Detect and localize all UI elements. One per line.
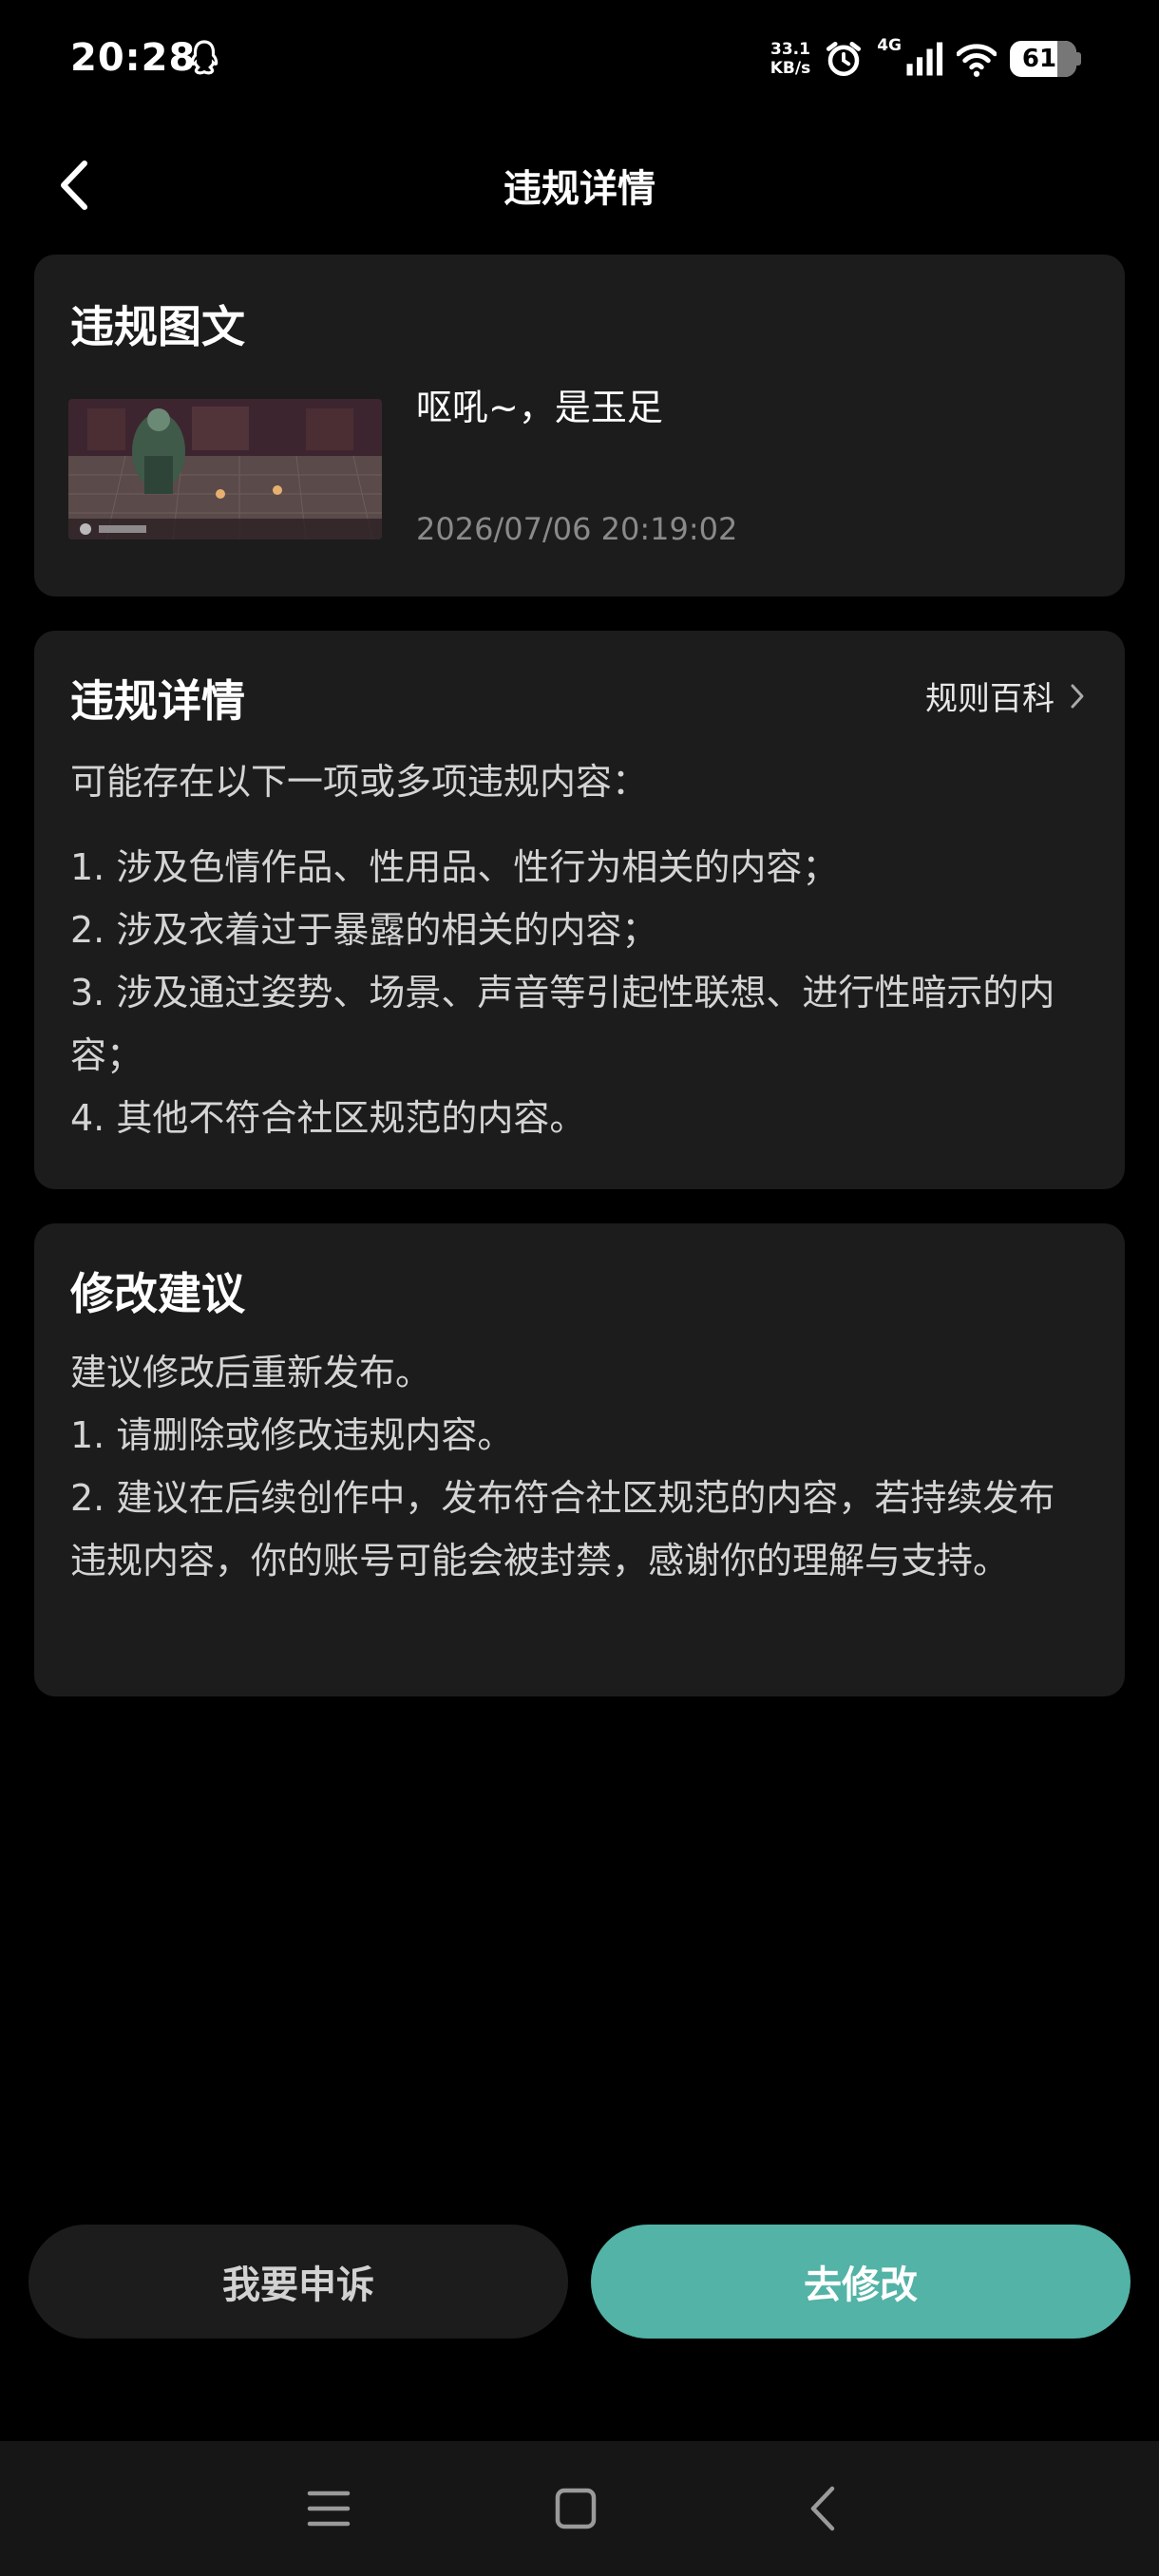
network-type: 4G — [877, 36, 902, 55]
violation-intro: 可能存在以下一项或多项违规内容： — [70, 761, 649, 803]
suggestion-card: 修改建议 建议修改后重新发布。 1. 请删除或修改违规内容。 2. 建议在后续创… — [34, 1223, 1125, 1696]
list-item: 2. 涉及衣着过于暴露的相关的内容； — [70, 909, 658, 951]
system-back-button[interactable] — [791, 2477, 854, 2540]
wifi-icon — [957, 44, 997, 77]
list-item: 2. 建议在后续创作中，发布符合社区规范的内容，若持续发布违规内容，你的账号可能… — [70, 1477, 1055, 1582]
edit-button[interactable]: 去修改 — [591, 2225, 1130, 2339]
list-item: 1. 涉及色情作品、性用品、性行为相关的内容； — [70, 846, 839, 888]
status-bar: 20:28 33.1 KB/s 4G 61 — [0, 0, 1159, 118]
recent-apps-button[interactable] — [297, 2477, 360, 2540]
post-text: 呕吼~，是玉足 — [416, 387, 663, 428]
battery-icon: 61 — [1010, 41, 1081, 77]
violating-post-card: 违规图文 呕吼~，是玉足 2026/07/06 20:19:02 — [34, 255, 1125, 597]
violation-list: 1. 涉及色情作品、性用品、性行为相关的内容； 2. 涉及衣着过于暴露的相关的内… — [70, 836, 1089, 1149]
post-thumbnail[interactable] — [68, 399, 382, 540]
violation-card-title: 违规详情 — [70, 675, 245, 727]
header: 违规详情 — [0, 131, 1159, 237]
network-speed: 33.1 KB/s — [770, 40, 811, 78]
rules-wiki-label: 规则百科 — [925, 680, 1054, 718]
list-item: 建议修改后重新发布。 — [70, 1352, 432, 1393]
rules-wiki-link[interactable]: 规则百科 — [925, 672, 1085, 719]
suggestion-card-title: 修改建议 — [70, 1268, 245, 1319]
post-card-title: 违规图文 — [70, 301, 245, 352]
battery-level: 61 — [1021, 45, 1057, 73]
alarm-icon — [826, 41, 862, 77]
violation-details-card: 违规详情 规则百科 可能存在以下一项或多项违规内容： 1. 涉及色情作品、性用品… — [34, 631, 1125, 1189]
list-item: 3. 涉及通过姿势、场景、声音等引起性联想、进行性暗示的内容； — [70, 972, 1055, 1076]
signal-icon — [906, 42, 943, 76]
appeal-button[interactable]: 我要申诉 — [28, 2225, 568, 2339]
post-timestamp: 2026/07/06 20:19:02 — [416, 511, 738, 547]
list-item: 4. 其他不符合社区规范的内容。 — [70, 1097, 586, 1139]
status-time: 20:28 — [70, 36, 197, 80]
menu-icon — [307, 2491, 351, 2527]
home-button[interactable] — [544, 2477, 607, 2540]
page-title: 违规详情 — [504, 167, 656, 211]
back-arrow-icon — [810, 2486, 835, 2531]
home-square-icon — [555, 2488, 597, 2529]
chevron-right-icon — [1071, 684, 1084, 708]
list-item: 1. 请删除或修改违规内容。 — [70, 1414, 514, 1456]
suggestion-list: 建议修改后重新发布。 1. 请删除或修改违规内容。 2. 建议在后续创作中，发布… — [70, 1341, 1089, 1592]
game-screenshot-image — [68, 399, 382, 540]
system-nav-bar — [0, 2441, 1159, 2576]
qq-icon — [190, 40, 218, 75]
